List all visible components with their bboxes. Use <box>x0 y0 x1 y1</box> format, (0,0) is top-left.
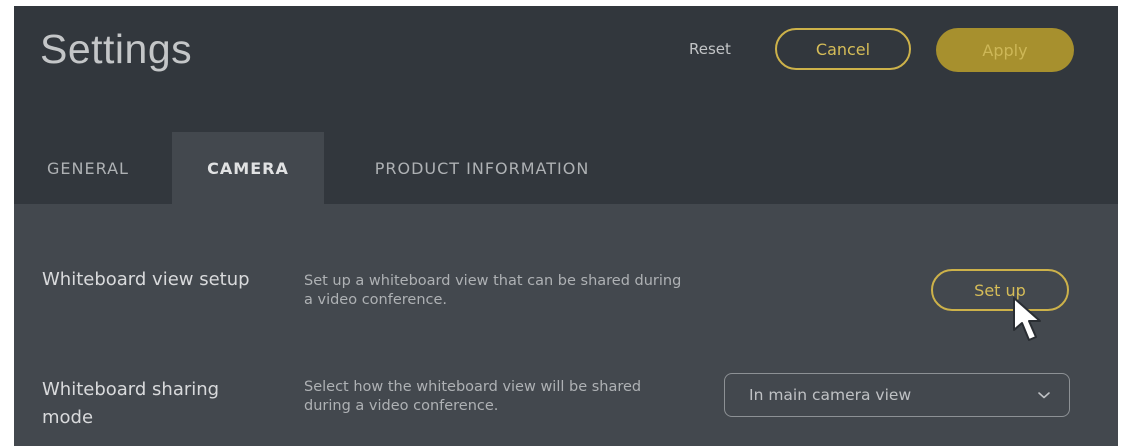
tab-camera[interactable]: CAMERA <box>172 132 324 204</box>
tab-camera-label: CAMERA <box>207 158 289 178</box>
sharing-mode-selected-value: In main camera view <box>749 386 912 404</box>
whiteboard-sharing-mode-description: Select how the whiteboard view will be s… <box>304 379 642 414</box>
whiteboard-view-setup-label: Whiteboard view setup <box>42 269 250 290</box>
settings-panel: Settings Reset Cancel Apply GENERAL CAME… <box>14 6 1118 446</box>
reset-button[interactable]: Reset <box>689 40 731 58</box>
cancel-button-label: Cancel <box>815 39 871 59</box>
whiteboard-view-setup-description: Set up a whiteboard view that can be sha… <box>304 273 682 308</box>
mouse-pointer-icon <box>1013 297 1041 341</box>
cancel-button[interactable]: Cancel <box>775 28 911 70</box>
tab-general-label: GENERAL <box>47 158 129 178</box>
sharing-mode-select[interactable]: In main camera view <box>724 373 1070 417</box>
apply-button-label: Apply <box>982 40 1028 60</box>
whiteboard-sharing-mode-label: Whiteboard sharing mode <box>42 379 220 428</box>
chevron-down-icon <box>1038 392 1050 399</box>
tab-product-information-label: PRODUCT INFORMATION <box>374 158 590 178</box>
page-title: Settings <box>40 26 193 72</box>
tab-general[interactable]: GENERAL <box>28 132 148 204</box>
apply-button[interactable]: Apply <box>936 28 1074 72</box>
tab-product-information[interactable]: PRODUCT INFORMATION <box>350 132 614 204</box>
